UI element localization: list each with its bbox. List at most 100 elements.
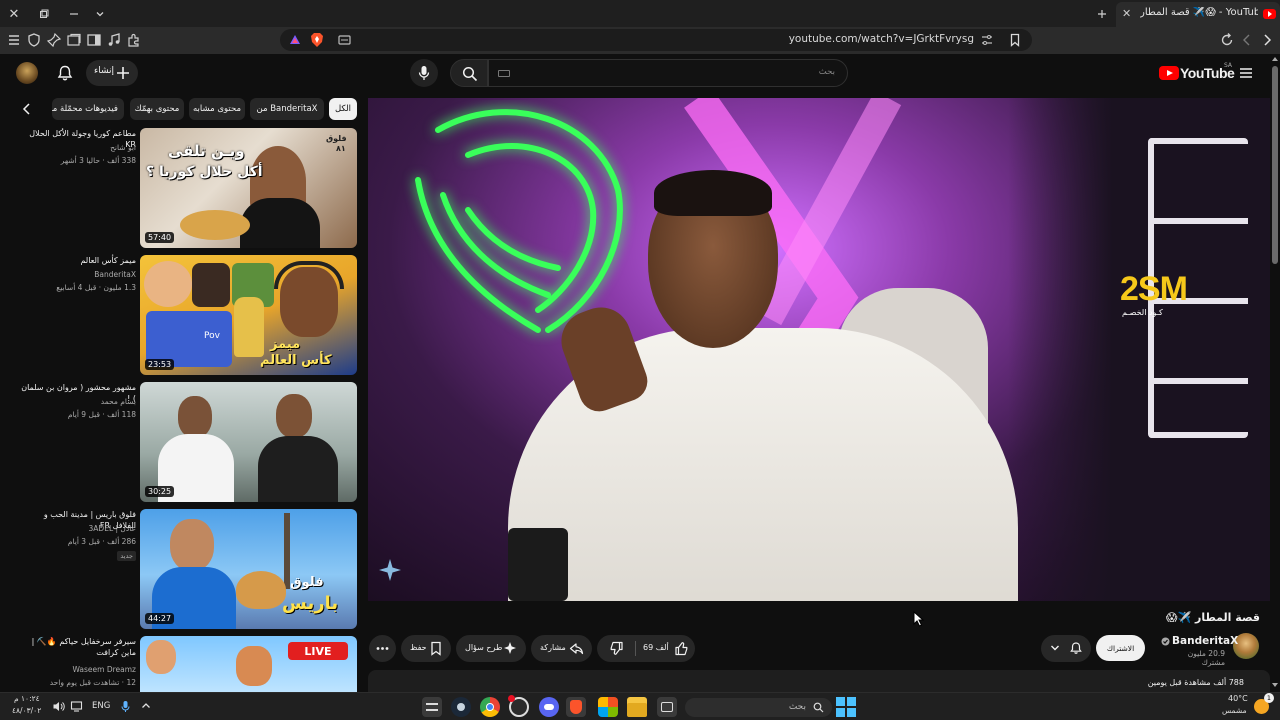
voice-search-button[interactable]: [410, 59, 438, 87]
chip-related[interactable]: محتوى مشابه: [189, 98, 245, 120]
window-close-button[interactable]: ✕: [4, 4, 24, 24]
thumbnail-text: باريس: [282, 593, 339, 614]
scrollbar-thumb[interactable]: [1272, 66, 1278, 264]
bookmark-icon[interactable]: [1008, 33, 1022, 47]
tab-close-icon[interactable]: ✕: [1122, 7, 1131, 20]
tab-list-button[interactable]: [90, 4, 110, 24]
video-meta: 1.3 مليون · قبل 4 أسابيع: [56, 283, 136, 292]
active-tab[interactable]: ✕ قصة المطار ✈️😱 - YouTube: [1116, 2, 1280, 27]
brave-shield-icon[interactable]: [308, 32, 326, 48]
ask-button[interactable]: طرح سؤال: [456, 635, 526, 662]
thumbs-down-icon: [610, 641, 623, 655]
taskbar-app-terminal[interactable]: [422, 697, 442, 717]
taskbar-app-steam[interactable]: [451, 697, 471, 717]
channel-name[interactable]: BanderitaX: [18, 270, 136, 279]
new-tab-button[interactable]: [1092, 4, 1112, 24]
reader-mode-icon[interactable]: [338, 34, 352, 46]
scroll-up-icon[interactable]: [1271, 56, 1279, 62]
site-settings-icon[interactable]: [980, 33, 994, 47]
channel-name[interactable]: ابو شانح: [18, 143, 136, 152]
recommendation-card[interactable]: فلوق ٨١ ويـن تلقى أكل حلال كوريا ؟ 57:40…: [18, 128, 358, 248]
pin-icon[interactable]: [46, 32, 62, 48]
sidebar-icon[interactable]: [86, 32, 102, 48]
taskbar-app-task-view[interactable]: [657, 697, 677, 717]
window-minimize-button[interactable]: [64, 4, 84, 24]
volume-icon[interactable]: [52, 700, 65, 713]
tabs-icon[interactable]: [66, 32, 82, 48]
thumbnail-food: [180, 210, 250, 240]
clock-date[interactable]: ٤٨/٠٣/٠٢: [12, 706, 41, 715]
chip-from-channel[interactable]: من BanderitaX: [250, 98, 324, 120]
create-button[interactable]: إنشاء: [86, 60, 138, 86]
weather-condition[interactable]: مشمس: [1222, 706, 1247, 715]
notifications-bell-icon[interactable]: [56, 64, 74, 82]
address-bar[interactable]: youtube.com/watch?v=JGrktFvrysg: [280, 29, 1032, 51]
taskbar-app-chrome[interactable]: [480, 697, 500, 717]
extensions-icon[interactable]: [126, 32, 142, 48]
menu-icon[interactable]: [6, 32, 22, 48]
chevron-up-icon[interactable]: [141, 701, 151, 711]
taskbar-search-input[interactable]: بحث: [685, 698, 832, 717]
video-thumbnail[interactable]: 30:25: [140, 382, 357, 502]
thumbnail-text: ويـن تلقى: [168, 142, 245, 160]
avatar[interactable]: [16, 62, 38, 84]
clock-time[interactable]: ١٠:٢٤ م: [14, 694, 40, 703]
more-actions-button[interactable]: [369, 635, 396, 662]
video-thumbnail[interactable]: LIVE: [140, 636, 357, 692]
taskbar-app-brave-active[interactable]: [566, 697, 586, 717]
video-title[interactable]: سيرفر سرخفايل حياكم 🔥⛏️ | ماين كرافت: [18, 636, 136, 658]
thumbnail-text: ميمز: [270, 337, 301, 352]
description-box[interactable]: 788 ألف مشاهدة قبل يومين: [368, 670, 1270, 692]
weather-temperature[interactable]: 40°C: [1228, 694, 1248, 703]
dislike-button[interactable]: [597, 635, 635, 662]
windows-start-icon[interactable]: [836, 697, 856, 717]
notification-badge: 1: [1264, 693, 1274, 703]
network-icon[interactable]: [70, 700, 83, 713]
save-button[interactable]: حفظ: [401, 635, 451, 662]
bell-icon: [1070, 642, 1082, 654]
keyboard-icon[interactable]: [498, 70, 510, 77]
channel-name[interactable]: BanderitaX: [1172, 635, 1238, 647]
search-input[interactable]: بحث: [488, 59, 848, 87]
video-title[interactable]: ميمز كأس العالم: [18, 255, 136, 266]
microphone-icon[interactable]: [120, 700, 131, 713]
forward-icon[interactable]: [1239, 32, 1255, 48]
channel-name[interactable]: عادل | 3ADEL: [18, 524, 136, 533]
create-label: إنشاء: [94, 66, 115, 76]
window-maximize-button[interactable]: [34, 4, 54, 24]
youtube-logo-icon[interactable]: [1159, 66, 1179, 80]
recommendation-card[interactable]: LIVE سيرفر سرخفايل حياكم 🔥⛏️ | ماين كراف…: [18, 636, 358, 692]
music-icon[interactable]: [106, 32, 122, 48]
taskbar-app-discord[interactable]: [539, 697, 559, 717]
like-button[interactable]: 69 ألف: [637, 635, 695, 662]
page-scrollbar[interactable]: [1270, 54, 1280, 692]
brave-rewards-icon[interactable]: [288, 33, 302, 47]
chip-all[interactable]: الكل: [329, 98, 357, 120]
channel-name[interactable]: بسام محمد: [18, 397, 136, 406]
search-button[interactable]: [450, 59, 488, 87]
recommendation-card[interactable]: فلوق باريس 44:27 فلوق باريس | مدينة الحب…: [18, 509, 358, 629]
scroll-down-icon[interactable]: [1271, 682, 1279, 688]
taskbar-app-store[interactable]: [598, 697, 618, 717]
video-player[interactable]: 2SM كـود الخصـم: [368, 98, 1270, 601]
taskbar-app-file-explorer[interactable]: [627, 697, 647, 717]
back-icon[interactable]: [1259, 32, 1275, 48]
subscribe-button[interactable]: الاشتراك: [1096, 635, 1145, 661]
thumbnail-shirt: [240, 198, 320, 248]
input-language[interactable]: ENG: [92, 701, 110, 711]
channel-name[interactable]: Waseem Dreamz: [18, 665, 136, 674]
share-button[interactable]: مشاركة: [531, 635, 592, 662]
video-thumbnail[interactable]: فلوق ٨١ ويـن تلقى أكل حلال كوريا ؟ 57:40: [140, 128, 357, 248]
chip-for-you[interactable]: محتوى بهمّك: [130, 98, 184, 120]
taskbar-app-github[interactable]: [508, 695, 529, 717]
shield-icon[interactable]: [26, 32, 42, 48]
video-thumbnail[interactable]: فلوق باريس 44:27: [140, 509, 357, 629]
video-thumbnail[interactable]: Pov ميمز كأس العالم 23:53: [140, 255, 357, 375]
recommendation-card[interactable]: Pov ميمز كأس العالم 23:53 ميمز كأس العال…: [18, 255, 358, 375]
chips-scroll-left-icon[interactable]: [20, 102, 34, 116]
reload-icon[interactable]: [1219, 32, 1235, 48]
guide-menu-icon[interactable]: [1238, 65, 1254, 81]
chip-recently-uploaded[interactable]: فيديوهات محمّلة مؤخرًا: [52, 98, 124, 120]
recommendation-card[interactable]: 30:25 مشهور محشور ( مروان بن سلمان ) ! ب…: [18, 382, 358, 502]
notification-bell-button[interactable]: [1041, 635, 1091, 662]
